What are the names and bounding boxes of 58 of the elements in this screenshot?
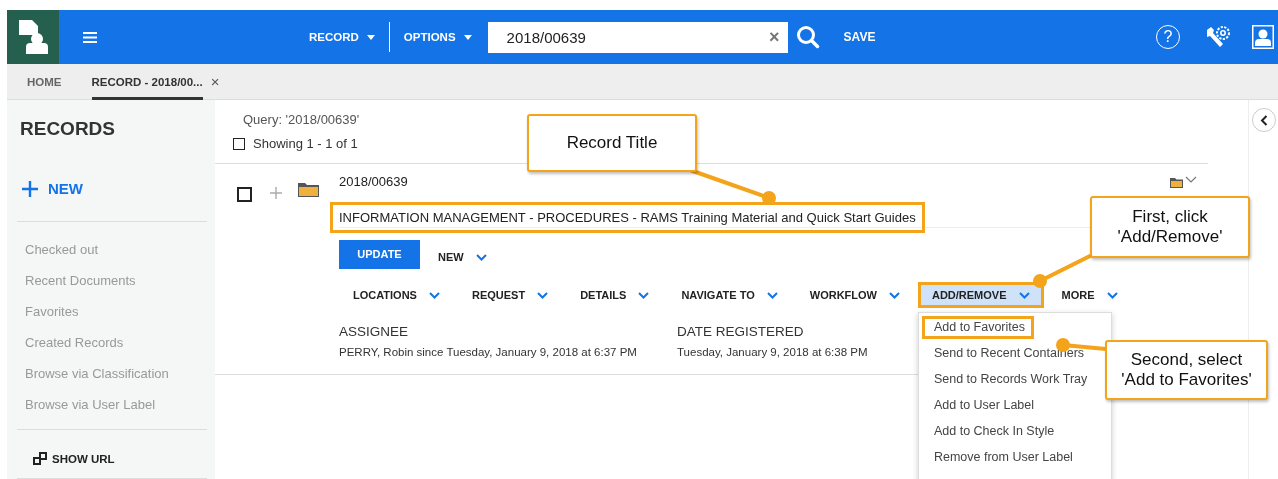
- row-checkbox[interactable]: [237, 187, 252, 202]
- field-value: PERRY, Robin since Tuesday, January 9, 2018 at 6:37 PM: [339, 346, 637, 358]
- new-button[interactable]: NEW: [22, 180, 83, 197]
- chevron-icon: [1018, 291, 1030, 299]
- search-icon[interactable]: [795, 25, 820, 49]
- field-value: Tuesday, January 9, 2018 at 6:38 PM: [677, 346, 868, 358]
- callout-label: First, click 'Add/Remove': [1090, 196, 1250, 258]
- menu-item[interactable]: Remove from User Label: [921, 446, 1082, 469]
- chevron-icon: [1106, 291, 1118, 299]
- menu-item[interactable]: Add to User Label: [921, 394, 1043, 417]
- show-url-button[interactable]: SHOW URL: [33, 452, 115, 465]
- wrench-gear-icon[interactable]: [1204, 24, 1232, 50]
- result-count: Showing 1 - 1 of 1: [253, 136, 358, 151]
- menu-item[interactable]: Send to Recent Containers: [921, 342, 1094, 365]
- user-icon[interactable]: [1252, 25, 1274, 49]
- chevron-icon: [766, 291, 778, 299]
- menu-item[interactable]: Add to Favorites: [921, 316, 1034, 339]
- field-label: ASSIGNEE: [339, 324, 410, 339]
- chevron-left-icon: [1259, 114, 1268, 126]
- search-field[interactable]: 2018/00639 ×: [487, 21, 788, 53]
- nav-dropdown[interactable]: RECORD: [299, 31, 385, 43]
- plus-icon: [22, 180, 38, 197]
- action-dropdown[interactable]: WORKFLOW: [795, 282, 914, 308]
- folder-icon: [298, 181, 319, 197]
- record-number: 2018/00639: [339, 174, 409, 189]
- action-dropdown[interactable]: NAVIGATE TO: [667, 282, 792, 308]
- nav-dropdown[interactable]: OPTIONS: [393, 31, 482, 43]
- tab[interactable]: HOME: [27, 63, 62, 100]
- save-button[interactable]: SAVE: [843, 30, 876, 44]
- callout-label: Record Title: [527, 114, 697, 172]
- callout-label: Second, select 'Add to Favorites': [1105, 340, 1268, 400]
- record-title: INFORMATION MANAGEMENT - PROCEDURES - RAMS Training Material and Quick Start Guides: [330, 202, 925, 233]
- chevron-icon: [638, 291, 650, 299]
- menu-item[interactable]: Send to Records Work Tray: [921, 368, 1097, 391]
- chevron-icon: [537, 291, 549, 299]
- new-dropdown[interactable]: NEW: [438, 244, 487, 270]
- action-dropdown[interactable]: REQUEST: [457, 282, 563, 308]
- chevron-icon: [888, 291, 900, 299]
- caret-icon: [366, 34, 375, 40]
- action-dropdown[interactable]: MORE: [1047, 282, 1132, 308]
- menu-icon[interactable]: [83, 31, 97, 43]
- caret-icon: [463, 34, 472, 40]
- action-dropdown[interactable]: ADD/REMOVE: [917, 282, 1044, 308]
- app-logo[interactable]: [7, 10, 59, 64]
- action-dropdown[interactable]: LOCATIONS: [339, 282, 454, 308]
- action-dropdown[interactable]: DETAILS: [566, 282, 664, 308]
- sidebar-title: RECORDS: [19, 117, 116, 140]
- field-label: DATE REGISTERED: [677, 324, 805, 339]
- menu-item[interactable]: Add to Check In Style: [921, 420, 1064, 443]
- link-icon: [33, 452, 47, 465]
- folder-dropdown-icon[interactable]: [1170, 175, 1198, 188]
- close-tab-button[interactable]: ×: [210, 73, 220, 90]
- select-all-checkbox[interactable]: [233, 137, 245, 150]
- query-text: Query: '2018/00639': [243, 112, 361, 127]
- clear-button[interactable]: ×: [769, 26, 780, 48]
- chevron-icon: [475, 253, 487, 261]
- chevron-icon: [428, 291, 440, 299]
- update-button[interactable]: UPDATE: [339, 239, 420, 269]
